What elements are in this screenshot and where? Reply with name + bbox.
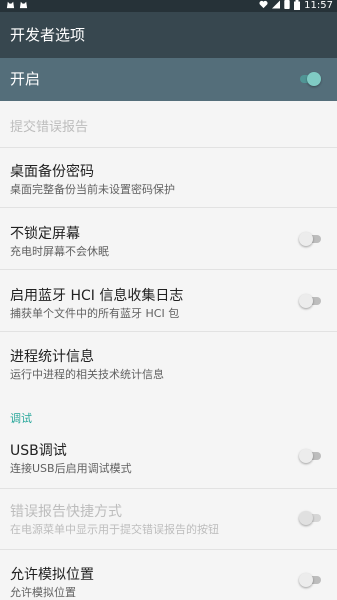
list-item-bluetooth-hci-log[interactable]: 启用蓝牙 HCI 信息收集日志 捕获单个文件中的所有蓝牙 HCI 包 bbox=[0, 270, 337, 332]
cat-icon bbox=[6, 0, 15, 12]
bug-report-shortcut-toggle bbox=[299, 510, 321, 526]
master-switch-toggle[interactable] bbox=[299, 71, 321, 87]
list-item-title: 错误报告快捷方式 bbox=[10, 504, 122, 520]
status-time: 11:57 bbox=[304, 0, 333, 11]
list-item-mock-location[interactable]: 允许模拟位置 允许模拟位置 bbox=[0, 550, 337, 600]
stay-awake-toggle[interactable] bbox=[299, 231, 321, 247]
list-item-title: 桌面备份密码 bbox=[10, 164, 94, 180]
status-bar: 11:57 bbox=[0, 0, 337, 12]
list-item-subtitle: 连接USB后启用调试模式 bbox=[10, 462, 132, 475]
list-item-subtitle: 充电时屏幕不会休眠 bbox=[10, 245, 109, 258]
list-item-subtitle: 桌面完整备份当前未设置密码保护 bbox=[10, 183, 175, 196]
signal-icon bbox=[272, 0, 281, 12]
list-item-bug-report-shortcut: 错误报告快捷方式 在电源菜单中显示用于提交错误报告的按钮 bbox=[0, 489, 337, 550]
list-item-subtitle: 运行中进程的相关技术统计信息 bbox=[10, 368, 164, 381]
master-switch-bar[interactable]: 开启 bbox=[0, 58, 337, 101]
master-switch-label: 开启 bbox=[10, 70, 41, 88]
list-item-subtitle: 允许模拟位置 bbox=[10, 586, 76, 599]
list-item-desktop-backup-password[interactable]: 桌面备份密码 桌面完整备份当前未设置密码保护 bbox=[0, 148, 337, 208]
battery-icon bbox=[294, 0, 301, 13]
list-item-title: 允许模拟位置 bbox=[10, 567, 94, 583]
list-item-title: 提交错误报告 bbox=[10, 120, 89, 135]
section-header-debug: 调试 bbox=[10, 412, 32, 425]
list-item-title: USB调试 bbox=[10, 443, 67, 459]
cat-icon bbox=[19, 0, 28, 12]
bluetooth-hci-toggle[interactable] bbox=[299, 293, 321, 309]
list-item-usb-debugging[interactable]: USB调试 连接USB后启用调试模式 bbox=[0, 428, 337, 489]
list-item-subtitle: 在电源菜单中显示用于提交错误报告的按钮 bbox=[10, 523, 219, 536]
mock-location-toggle[interactable] bbox=[299, 572, 321, 588]
list-item-subtitle: 捕获单个文件中的所有蓝牙 HCI 包 bbox=[10, 307, 180, 320]
list-item-stay-awake[interactable]: 不锁定屏幕 充电时屏幕不会休眠 bbox=[0, 208, 337, 270]
list-item-title: 不锁定屏幕 bbox=[10, 226, 80, 242]
heart-icon bbox=[259, 0, 268, 12]
list-item-bug-report: 提交错误报告 bbox=[0, 101, 337, 148]
sim-icon bbox=[284, 0, 290, 12]
page-title: 开发者选项 bbox=[10, 26, 86, 44]
app-bar: 开发者选项 bbox=[0, 12, 337, 58]
list-item-process-stats[interactable]: 进程统计信息 运行中进程的相关技术统计信息 bbox=[0, 332, 337, 392]
usb-debugging-toggle[interactable] bbox=[299, 448, 321, 464]
list-item-title: 进程统计信息 bbox=[10, 349, 94, 365]
list-item-title: 启用蓝牙 HCI 信息收集日志 bbox=[10, 288, 184, 304]
